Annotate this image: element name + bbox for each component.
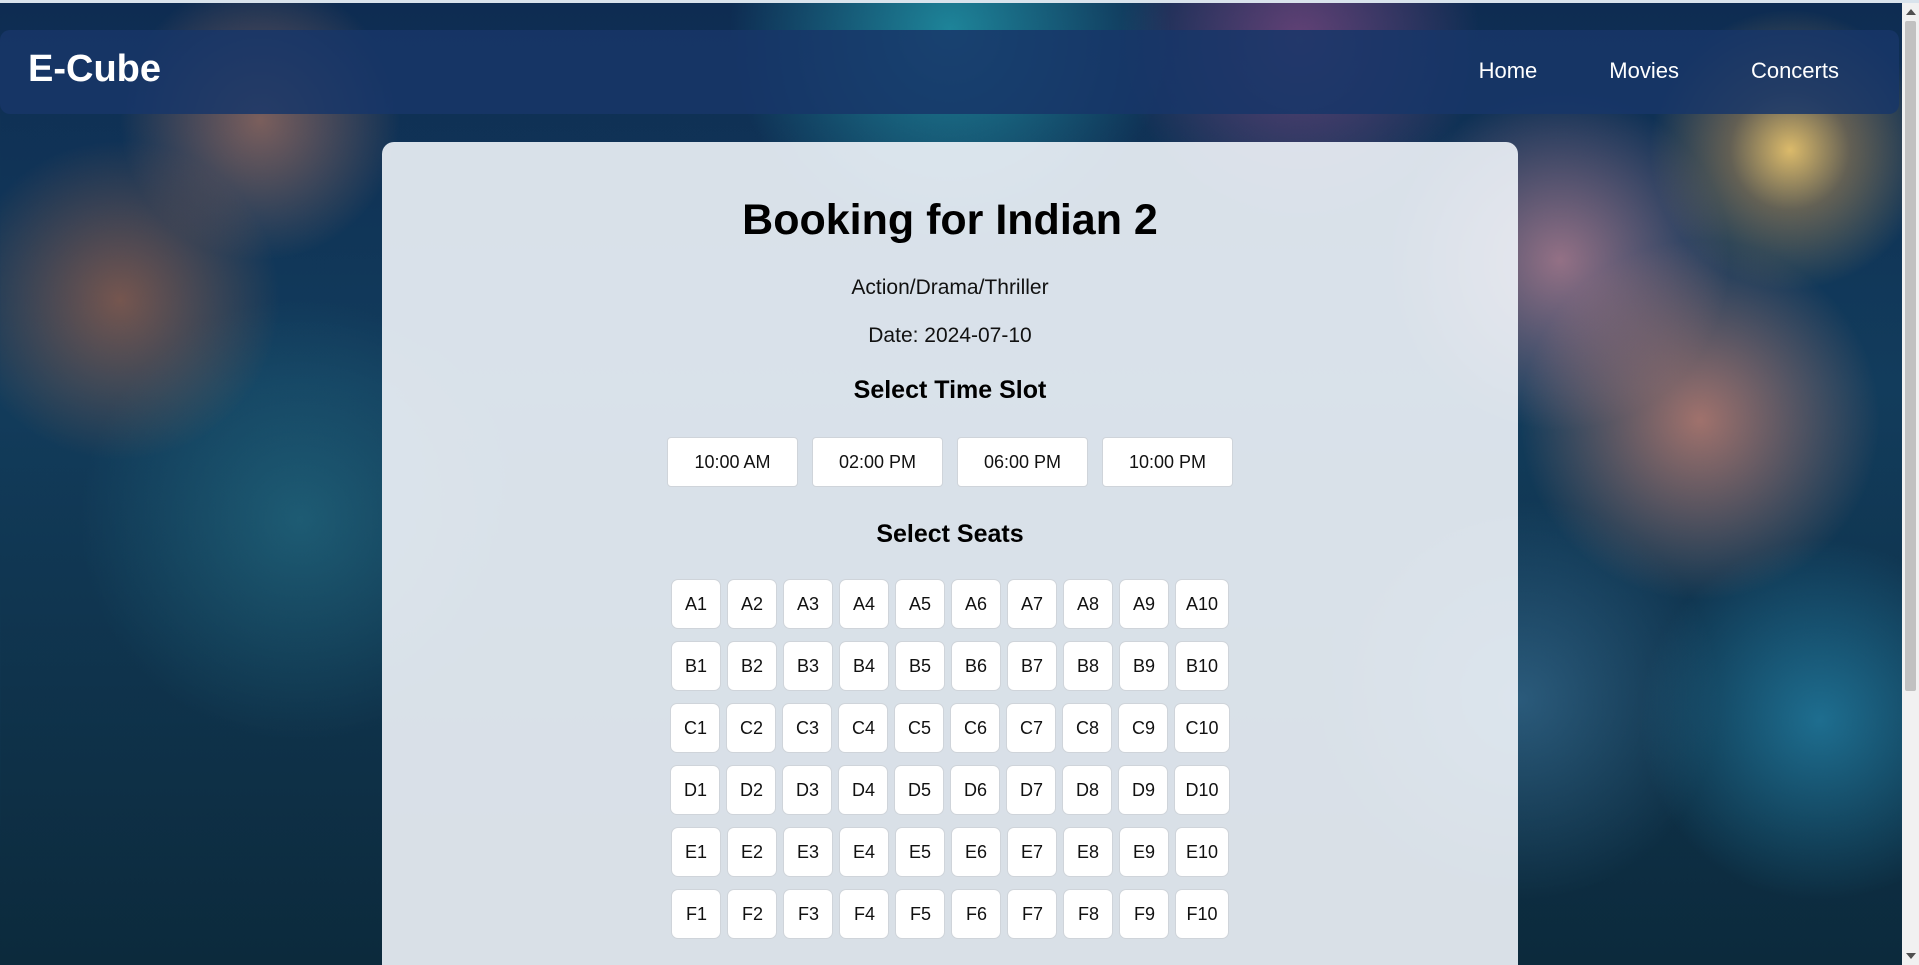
nav-link-movies[interactable]: Movies xyxy=(1609,58,1679,84)
seat-button[interactable]: E1 xyxy=(670,827,721,877)
seat-button[interactable]: D1 xyxy=(670,765,721,815)
seat-button[interactable]: E9 xyxy=(1118,827,1169,877)
scrollbar-thumb[interactable] xyxy=(1905,21,1916,691)
seat-row: B1 B2 B3 B4 B5 B6 B7 B8 B9 B10 xyxy=(382,641,1518,691)
seat-button[interactable]: A6 xyxy=(950,579,1001,629)
time-slot-button[interactable]: 10:00 PM xyxy=(1102,437,1233,487)
seat-button[interactable]: D4 xyxy=(838,765,889,815)
movie-genre: Action/Drama/Thriller xyxy=(851,276,1049,299)
seat-button[interactable]: B5 xyxy=(894,641,945,691)
time-slot-heading: Select Time Slot xyxy=(853,376,1047,404)
seat-button[interactable]: A2 xyxy=(726,579,777,629)
seat-button[interactable]: F7 xyxy=(1007,889,1058,939)
seat-button[interactable]: C1 xyxy=(670,703,721,753)
seat-row: F1 F2 F3 F4 F5 F6 F7 F8 F9 F10 xyxy=(382,889,1518,939)
seat-button[interactable]: A3 xyxy=(782,579,833,629)
seat-button[interactable]: C6 xyxy=(950,703,1001,753)
scroll-up-arrow-icon[interactable] xyxy=(1906,9,1916,15)
seat-button[interactable]: C8 xyxy=(1062,703,1113,753)
seat-button[interactable]: A8 xyxy=(1062,579,1113,629)
seat-button[interactable]: E4 xyxy=(838,827,889,877)
nav-link-concerts[interactable]: Concerts xyxy=(1751,58,1839,84)
seat-button[interactable]: C2 xyxy=(726,703,777,753)
seat-button[interactable]: F9 xyxy=(1119,889,1170,939)
seat-button[interactable]: E2 xyxy=(726,827,777,877)
seat-button[interactable]: F4 xyxy=(839,889,890,939)
seat-button[interactable]: E7 xyxy=(1006,827,1057,877)
booking-date: Date: 2024-07-10 xyxy=(868,324,1032,347)
seat-button[interactable]: C7 xyxy=(1006,703,1057,753)
seat-button[interactable]: F3 xyxy=(783,889,834,939)
time-slot-button[interactable]: 02:00 PM xyxy=(812,437,943,487)
brand-logo[interactable]: E-Cube xyxy=(28,48,161,91)
vertical-scrollbar[interactable] xyxy=(1902,3,1919,965)
scroll-down-arrow-icon[interactable] xyxy=(1906,953,1916,959)
seat-button[interactable]: C5 xyxy=(894,703,945,753)
seat-button[interactable]: A9 xyxy=(1118,579,1169,629)
seat-button[interactable]: D6 xyxy=(950,765,1001,815)
nav-links: Home Movies Concerts xyxy=(1407,58,1839,84)
seat-button[interactable]: F1 xyxy=(671,889,722,939)
page-title: Booking for Indian 2 xyxy=(742,196,1158,244)
seat-button[interactable]: E8 xyxy=(1062,827,1113,877)
seat-button[interactable]: C4 xyxy=(838,703,889,753)
seat-button[interactable]: F8 xyxy=(1063,889,1114,939)
seat-button[interactable]: D9 xyxy=(1118,765,1169,815)
seat-button[interactable]: D5 xyxy=(894,765,945,815)
seat-button[interactable]: C3 xyxy=(782,703,833,753)
seat-button[interactable]: A1 xyxy=(670,579,721,629)
seat-button[interactable]: B10 xyxy=(1174,641,1230,691)
seat-button[interactable]: B3 xyxy=(782,641,833,691)
seat-button[interactable]: B4 xyxy=(838,641,889,691)
seat-button[interactable]: D2 xyxy=(726,765,777,815)
seat-button[interactable]: B7 xyxy=(1006,641,1057,691)
seats-heading: Select Seats xyxy=(876,520,1024,548)
seat-button[interactable]: E3 xyxy=(782,827,833,877)
window-top-edge xyxy=(0,0,1919,3)
seat-row: D1 D2 D3 D4 D5 D6 D7 D8 D9 D10 xyxy=(382,765,1518,815)
seat-button[interactable]: A4 xyxy=(838,579,889,629)
booking-card: Booking for Indian 2 Action/Drama/Thrill… xyxy=(382,142,1518,965)
seat-grid: A1 A2 A3 A4 A5 A6 A7 A8 A9 A10 B1 B2 B3 … xyxy=(382,579,1518,951)
seat-button[interactable]: A10 xyxy=(1174,579,1230,629)
time-slot-group: 10:00 AM 02:00 PM 06:00 PM 10:00 PM xyxy=(382,437,1518,487)
seat-button[interactable]: F10 xyxy=(1175,889,1229,939)
seat-row: A1 A2 A3 A4 A5 A6 A7 A8 A9 A10 xyxy=(382,579,1518,629)
seat-button[interactable]: D10 xyxy=(1174,765,1230,815)
seat-button[interactable]: B8 xyxy=(1062,641,1113,691)
seat-button[interactable]: F6 xyxy=(951,889,1002,939)
seat-button[interactable]: C9 xyxy=(1118,703,1169,753)
seat-button[interactable]: C10 xyxy=(1174,703,1230,753)
seat-button[interactable]: A5 xyxy=(894,579,945,629)
navbar: E-Cube Home Movies Concerts xyxy=(0,30,1899,114)
seat-button[interactable]: B1 xyxy=(670,641,721,691)
seat-button[interactable]: A7 xyxy=(1006,579,1057,629)
seat-button[interactable]: F2 xyxy=(727,889,778,939)
seat-button[interactable]: B6 xyxy=(950,641,1001,691)
seat-button[interactable]: D7 xyxy=(1006,765,1057,815)
time-slot-button[interactable]: 10:00 AM xyxy=(667,437,798,487)
seat-button[interactable]: E10 xyxy=(1174,827,1230,877)
seat-button[interactable]: D3 xyxy=(782,765,833,815)
seat-row: E1 E2 E3 E4 E5 E6 E7 E8 E9 E10 xyxy=(382,827,1518,877)
seat-button[interactable]: E5 xyxy=(894,827,945,877)
seat-button[interactable]: B9 xyxy=(1118,641,1169,691)
seat-button[interactable]: D8 xyxy=(1062,765,1113,815)
seat-button[interactable]: E6 xyxy=(950,827,1001,877)
seat-button[interactable]: B2 xyxy=(726,641,777,691)
seat-row: C1 C2 C3 C4 C5 C6 C7 C8 C9 C10 xyxy=(382,703,1518,753)
nav-link-home[interactable]: Home xyxy=(1479,58,1538,84)
time-slot-button[interactable]: 06:00 PM xyxy=(957,437,1088,487)
seat-button[interactable]: F5 xyxy=(895,889,946,939)
